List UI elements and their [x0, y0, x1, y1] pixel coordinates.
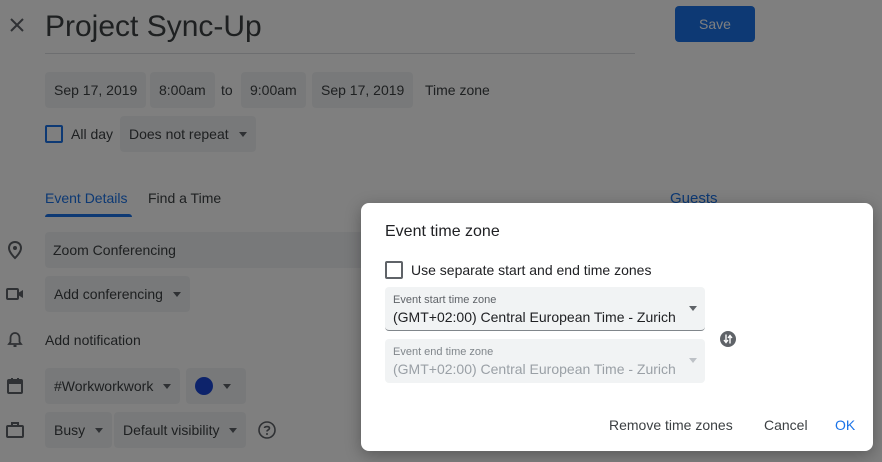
remove-time-zones-button[interactable]: Remove time zones [609, 413, 733, 437]
event-time-zone-dialog: Event time zone Use separate start and e… [361, 203, 873, 451]
end-tz-value: (GMT+02:00) Central European Time - Zuri… [393, 361, 676, 377]
separate-time-zones-checkbox[interactable] [385, 261, 403, 279]
start-tz-value: (GMT+02:00) Central European Time - Zuri… [393, 309, 676, 325]
chevron-down-icon [689, 358, 697, 363]
dialog-title: Event time zone [385, 223, 500, 240]
separate-time-zones-label: Use separate start and end time zones [411, 262, 652, 278]
separate-time-zones-row[interactable]: Use separate start and end time zones [385, 261, 651, 279]
start-tz-label: Event start time zone [393, 294, 497, 306]
start-time-zone-select[interactable]: Event start time zone (GMT+02:00) Centra… [385, 287, 705, 331]
end-time-zone-select: Event end time zone (GMT+02:00) Central … [385, 339, 705, 383]
chevron-down-icon [689, 306, 697, 311]
swap-time-zones-icon[interactable] [719, 330, 737, 348]
ok-button[interactable]: OK [835, 413, 855, 437]
end-tz-label: Event end time zone [393, 346, 494, 358]
cancel-button[interactable]: Cancel [764, 413, 808, 437]
